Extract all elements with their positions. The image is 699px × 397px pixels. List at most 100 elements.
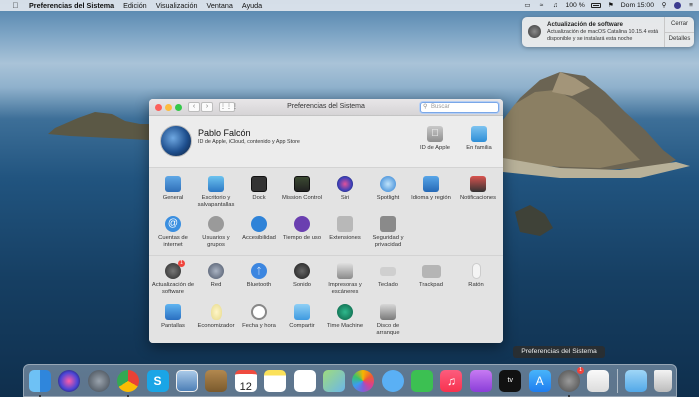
notification-title: Actualización de software — [547, 21, 623, 28]
trackpad-icon — [421, 265, 441, 278]
maps-icon[interactable] — [322, 369, 345, 392]
pane-mission-control[interactable]: Mission Control — [280, 176, 324, 202]
chrome-icon[interactable] — [117, 369, 140, 397]
pane-family-sharing[interactable]: En familia — [459, 126, 499, 151]
battery-icon[interactable] — [590, 3, 601, 8]
pane-language-region[interactable]: Idioma y región — [409, 176, 453, 202]
pane-label: Teclado — [378, 282, 398, 288]
finder-icon[interactable] — [29, 369, 51, 397]
software-update-icon — [528, 25, 541, 38]
textedit-icon[interactable] — [587, 369, 610, 392]
printer-icon — [337, 263, 353, 279]
volume-icon[interactable]: ♫ — [551, 2, 559, 9]
pane-sound[interactable]: Sonido — [280, 263, 324, 289]
app-store-icon[interactable]: A — [528, 369, 551, 392]
clock[interactable]: Dom 15:00 — [621, 2, 654, 9]
facetime-icon[interactable] — [411, 369, 434, 392]
pane-label: En familia — [466, 145, 492, 151]
menu-visualizacion[interactable]: Visualización — [156, 1, 198, 10]
pane-label: Dock — [252, 195, 266, 201]
dock-tooltip: Preferencias del Sistema — [513, 346, 605, 358]
notebook-icon[interactable] — [205, 369, 228, 392]
siri-icon[interactable] — [58, 369, 81, 392]
pane-trackpad[interactable]: Trackpad — [409, 263, 453, 289]
notification-divider — [664, 32, 694, 33]
pane-extensions[interactable]: Extensiones — [323, 216, 367, 242]
notification-close-button[interactable]: Cerrar — [665, 21, 694, 27]
notification-body: Actualización de macOS Catalina 10.15.4 … — [547, 29, 659, 42]
clock-icon — [251, 304, 267, 320]
user-avatar[interactable] — [160, 125, 192, 157]
pane-siri[interactable]: Siri — [323, 176, 367, 202]
pane-desktop-screensaver[interactable]: Escritorio y salvapantallas — [194, 176, 238, 209]
menu-app-name[interactable]: Preferencias del Sistema — [29, 1, 114, 10]
menu-edicion[interactable]: Edición — [123, 1, 147, 10]
siri-icon[interactable] — [674, 2, 681, 9]
pane-energy-saver[interactable]: Economizador — [194, 304, 238, 330]
flag-icon[interactable]: ⚑ — [607, 2, 615, 9]
pane-sharing[interactable]: Compartir — [280, 304, 324, 330]
preview-icon[interactable] — [175, 369, 198, 392]
pane-internet-accounts[interactable]: @ Cuentas de internet — [151, 216, 195, 249]
pane-spotlight[interactable]: Spotlight — [366, 176, 410, 202]
running-indicator — [127, 394, 130, 397]
pane-label: Red — [210, 282, 222, 288]
pane-users-groups[interactable]: Usuarios y grupos — [194, 216, 238, 249]
pane-security-privacy[interactable]: Seguridad y privacidad — [366, 216, 410, 249]
pane-label: Time Machine — [326, 323, 364, 329]
update-notification[interactable]: Actualización de software Actualización … — [522, 17, 694, 47]
downloads-folder-icon[interactable] — [624, 369, 647, 392]
pane-network[interactable]: Red — [194, 263, 238, 289]
battery-percent[interactable]: 100 % — [565, 2, 584, 9]
pane-label: Siri — [340, 195, 350, 201]
pane-software-update[interactable]: 1 Actualización de software — [151, 260, 195, 296]
dock-badge: 1 — [577, 366, 585, 374]
pane-startup-disk[interactable]: Disco de arranque — [366, 304, 410, 337]
launchpad-icon[interactable] — [87, 369, 110, 392]
skype-icon[interactable]: S — [146, 369, 169, 392]
airplay-icon[interactable]: ▭ — [523, 2, 531, 9]
pane-screen-time[interactable]: Tiempo de uso — [280, 216, 324, 242]
pane-accessibility[interactable]: Accesibilidad — [237, 216, 281, 242]
pane-dock[interactable]: Dock — [237, 176, 281, 202]
notification-center-icon[interactable]: ≡ — [687, 2, 695, 9]
trash-icon[interactable] — [654, 369, 673, 392]
pane-bluetooth[interactable]: ᛏ Bluetooth — [237, 263, 281, 289]
pane-time-machine[interactable]: Time Machine — [323, 304, 367, 330]
music-icon[interactable]: ♫ — [440, 369, 463, 392]
photos-icon[interactable] — [352, 369, 375, 392]
pane-label: Escritorio y salvapantallas — [197, 195, 235, 208]
menu-ayuda[interactable]: Ayuda — [242, 1, 262, 10]
menu-ventana[interactable]: Ventana — [207, 1, 233, 10]
pane-notifications[interactable]: Notificaciones — [454, 176, 502, 202]
spotlight-icon[interactable]: ⚲ — [660, 2, 668, 9]
dock-icon — [251, 176, 267, 192]
title-bar: ‹ › ⋮⋮⋮ Preferencias del Sistema ⚲ Busca… — [149, 99, 503, 116]
puzzle-icon — [337, 216, 353, 232]
pane-date-time[interactable]: Fecha y hora — [237, 304, 281, 330]
apple-menu-icon[interactable]:  — [10, 1, 21, 10]
notification-details-button[interactable]: Detalles — [665, 36, 694, 42]
reminders-icon[interactable] — [293, 369, 316, 392]
pane-printers-scanners[interactable]: Impresoras y escáneres — [323, 263, 367, 296]
calendar-icon[interactable]: 12 — [234, 369, 257, 393]
search-input[interactable]: ⚲ Buscar — [420, 102, 499, 113]
pane-label: Cuentas de internet — [158, 235, 188, 248]
wifi-icon[interactable]: ≈ — [537, 2, 545, 9]
pane-apple-id[interactable]:  ID de Apple — [415, 126, 455, 151]
pane-displays[interactable]: Pantallas — [151, 304, 195, 330]
pane-label: Trackpad — [419, 282, 443, 288]
users-icon — [208, 216, 224, 232]
hourglass-icon — [294, 216, 310, 232]
pane-label: Usuarios y grupos — [202, 235, 230, 248]
notes-icon[interactable] — [264, 369, 287, 392]
pane-keyboard[interactable]: Teclado — [366, 263, 410, 289]
messages-icon[interactable] — [381, 369, 404, 392]
pane-general[interactable]: General — [151, 176, 195, 202]
user-subtitle: ID de Apple, iCloud, contenido y App Sto… — [198, 139, 300, 145]
desktop-icon — [208, 176, 224, 192]
apple-tv-icon[interactable]: tv — [499, 369, 522, 392]
podcasts-icon[interactable] — [469, 369, 492, 392]
pane-mouse[interactable]: Ratón — [454, 263, 498, 289]
system-preferences-icon[interactable]: 1 — [558, 366, 585, 397]
